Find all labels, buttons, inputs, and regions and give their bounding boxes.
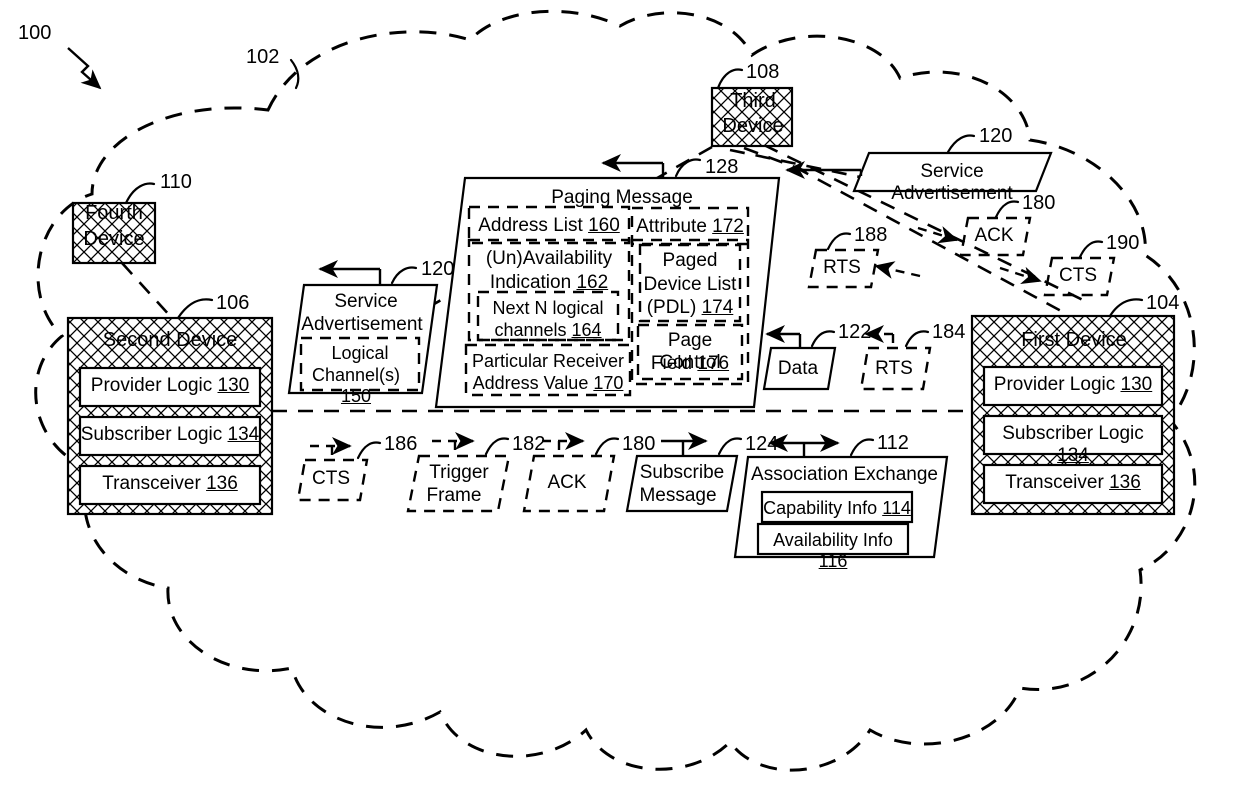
link-fourth-second — [121, 262, 173, 319]
ref-leader-120-right — [946, 134, 976, 154]
service-advertisement-left-shape[interactable] — [287, 260, 439, 395]
ref-leader-108 — [716, 68, 744, 90]
data-message-shape[interactable] — [762, 325, 837, 391]
rts-188-shape[interactable] — [807, 232, 921, 289]
first-device-box[interactable] — [970, 298, 1176, 516]
second-device-box[interactable] — [66, 298, 274, 516]
rts-184-shape[interactable] — [859, 325, 932, 391]
ref-leader-110 — [124, 182, 156, 205]
trigger-frame-182-shape[interactable] — [406, 432, 511, 513]
ref-leader-180-top — [994, 200, 1020, 219]
ref-leader-188 — [826, 232, 852, 251]
ref-leader-180-bottom — [594, 437, 620, 456]
ref-leader-104 — [1108, 298, 1144, 318]
association-exchange-shape[interactable] — [733, 434, 949, 559]
ref-leader-184 — [904, 330, 930, 348]
rts-188-arrow — [874, 261, 921, 279]
ref-leader-190 — [1078, 240, 1104, 259]
capability-info-box — [760, 490, 914, 524]
ref-leader-112 — [849, 438, 875, 457]
ref-leader-182 — [484, 437, 510, 456]
cts-190-arrow — [999, 266, 1042, 284]
ref-leader-122 — [810, 330, 836, 348]
ack-180-bottom-shape[interactable] — [522, 432, 620, 513]
link-third-left-b — [729, 148, 861, 179]
third-device-box[interactable] — [710, 68, 794, 148]
ref-leader-124 — [717, 437, 743, 456]
cts-186-shape[interactable] — [296, 437, 382, 502]
patent-figure: 100 102 Fourth Device 110 Third Device 1… — [0, 0, 1240, 786]
subscribe-message-shape[interactable] — [625, 432, 743, 513]
ref-leader-128 — [674, 158, 702, 178]
figure-ref-arrow — [67, 47, 102, 90]
paging-message-shape[interactable] — [434, 154, 781, 409]
ref-leader-120-left — [390, 266, 418, 285]
ref-leader-106 — [176, 298, 214, 320]
figure-canvas — [34, 9, 1197, 772]
availability-info-box — [756, 522, 910, 556]
ref-leader-186 — [356, 441, 382, 460]
